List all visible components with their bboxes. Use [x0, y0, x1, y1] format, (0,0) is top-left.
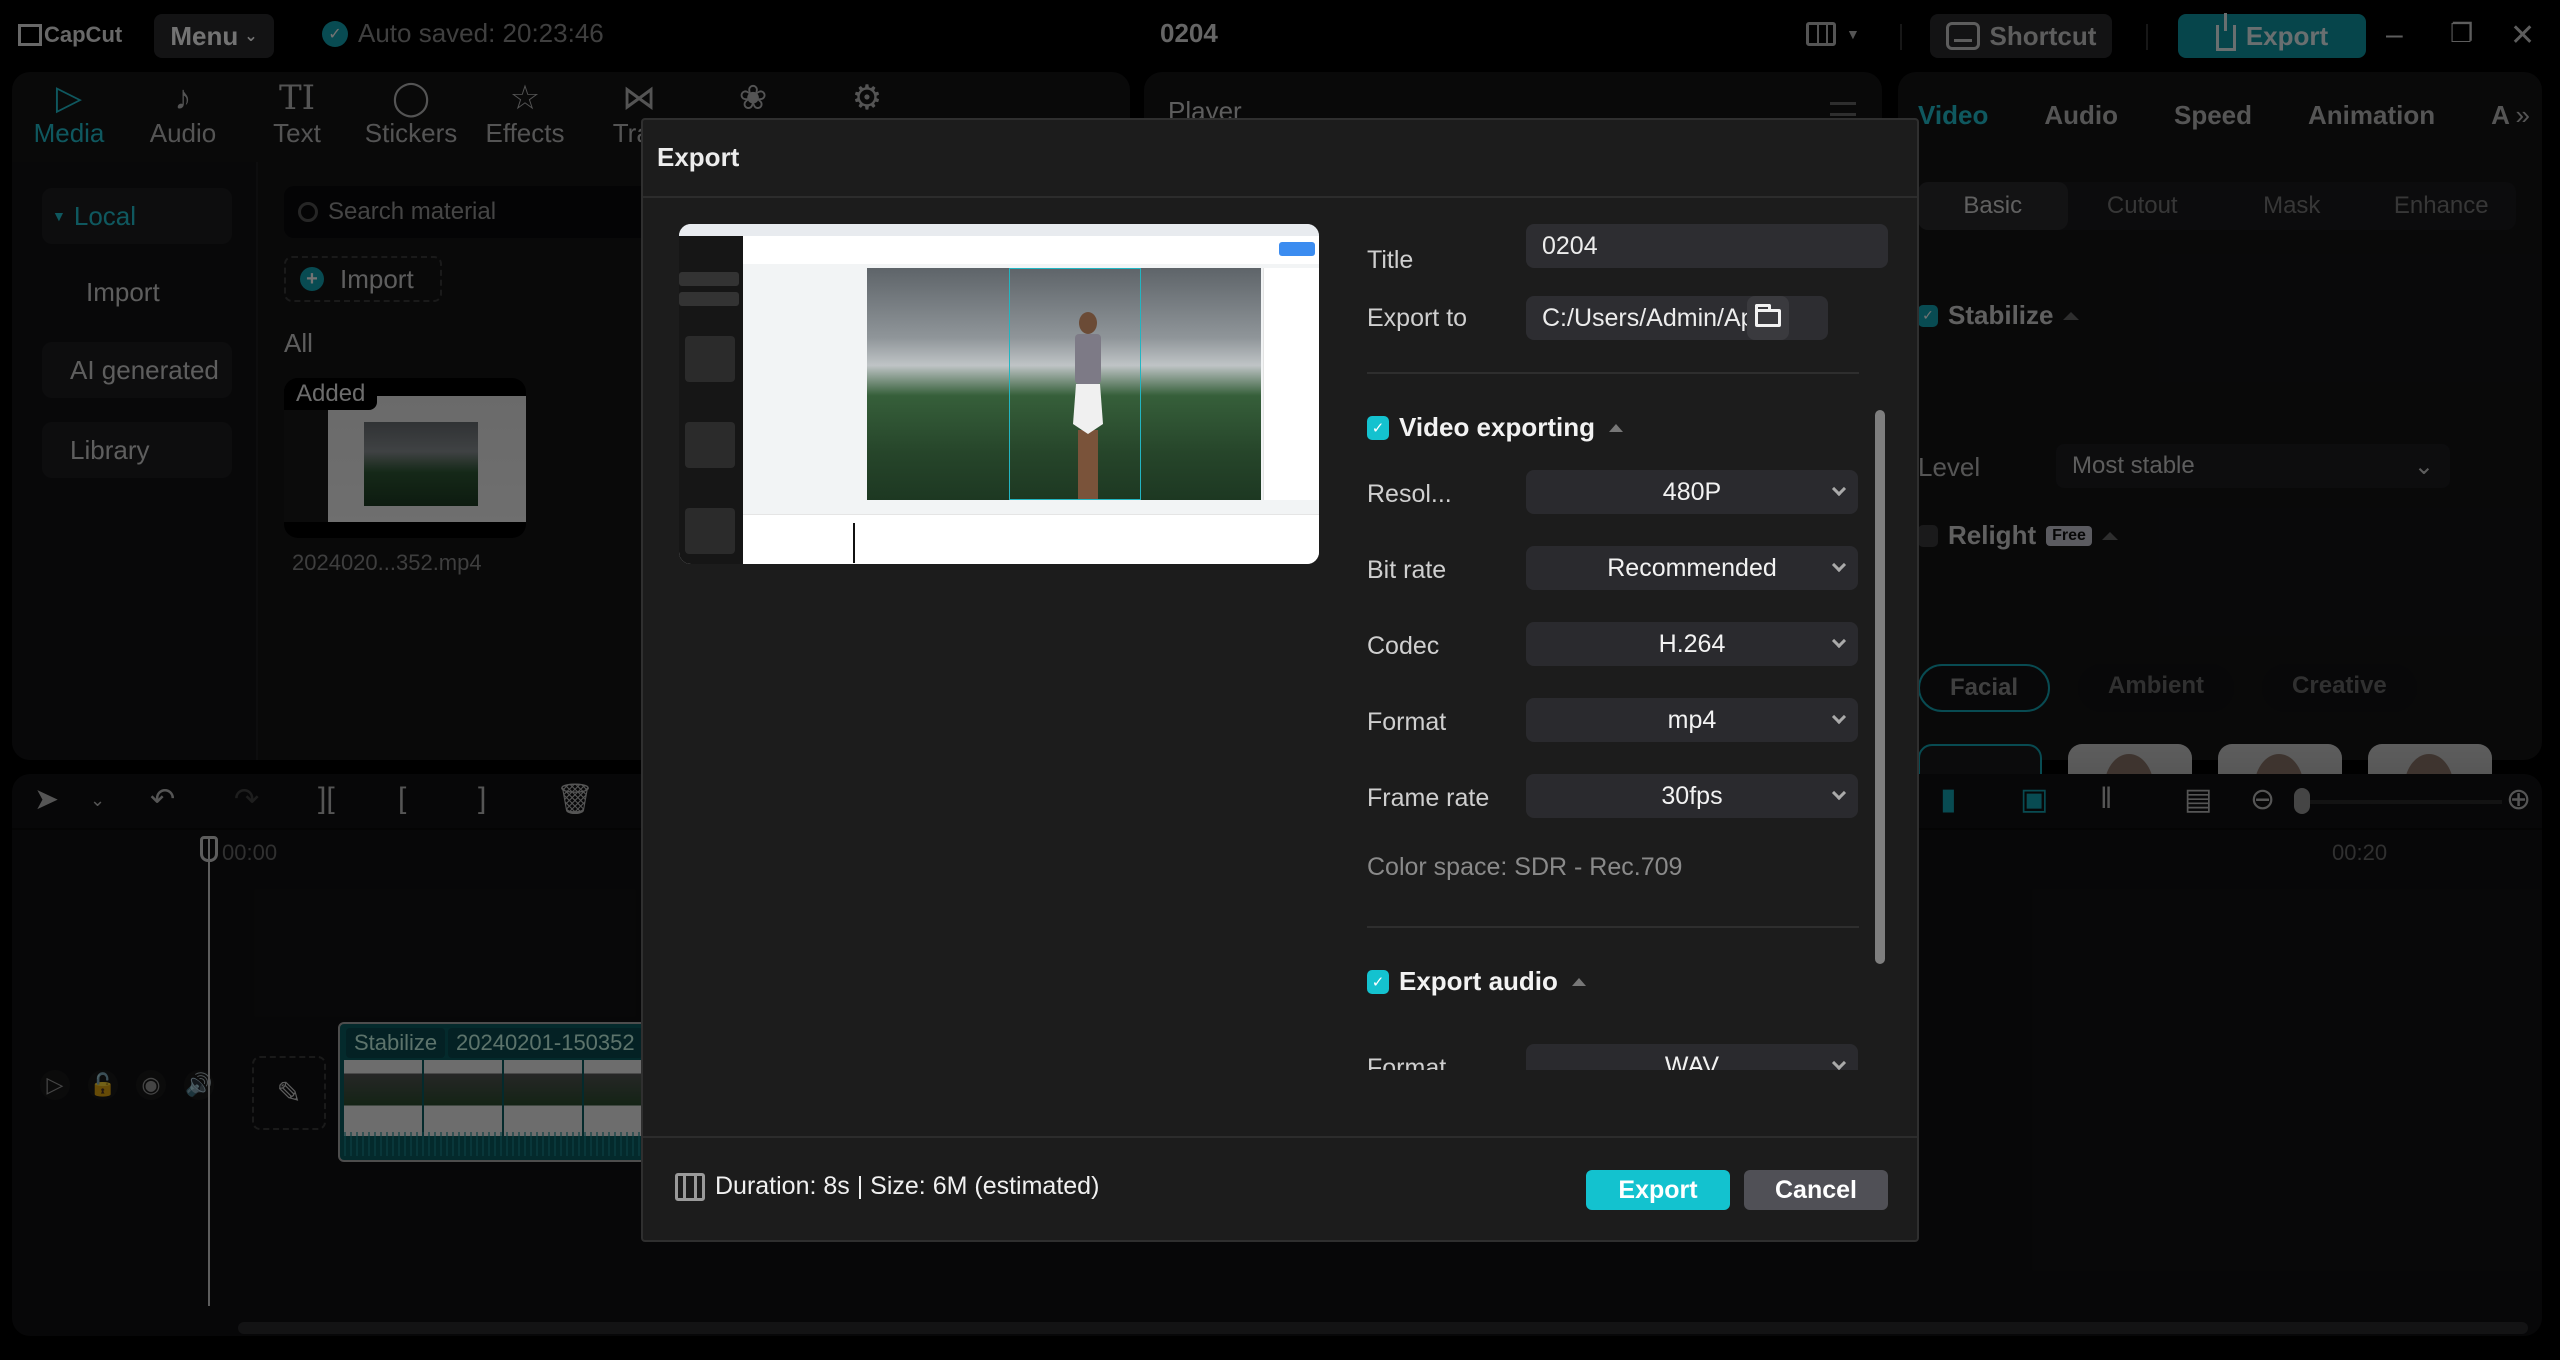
chevron-down-icon	[1831, 633, 1847, 649]
preview-card	[685, 508, 735, 554]
chevron-down-icon	[1831, 557, 1847, 573]
preview-card	[685, 336, 735, 382]
preview-right-panel	[1263, 268, 1319, 500]
resolution-value: 480P	[1662, 477, 1722, 506]
bitrate-label: Bit rate	[1367, 556, 1447, 584]
codec-value: H.264	[1658, 629, 1726, 658]
chevron-down-icon	[1831, 481, 1847, 497]
divider	[1367, 372, 1859, 374]
chevron-down-icon	[1831, 1055, 1847, 1071]
chevron-down-icon	[1831, 709, 1847, 725]
export-audio-label: Export audio	[1399, 966, 1558, 996]
format-select[interactable]: mp4	[1526, 698, 1858, 742]
video-exporting-checkbox[interactable]: ✓	[1367, 415, 1389, 440]
preview-playhead	[853, 523, 855, 563]
chevron-down-icon	[1831, 785, 1847, 801]
preview-selection-box	[1009, 268, 1141, 500]
export-button[interactable]: Export	[1586, 1170, 1730, 1210]
framerate-select[interactable]: 30fps	[1526, 774, 1858, 818]
scroll-clip-mask	[1343, 1070, 1903, 1134]
codec-label: Codec	[1367, 632, 1440, 660]
bitrate-select[interactable]: Recommended	[1526, 546, 1858, 590]
export-summary-text: Duration: 8s | Size: 6M (estimated)	[715, 1172, 1100, 1200]
folder-icon	[1755, 304, 1781, 327]
title-value: 0204	[1542, 231, 1598, 260]
preview-export-button	[1279, 242, 1315, 256]
divider	[1367, 926, 1859, 928]
framerate-value: 30fps	[1661, 781, 1723, 810]
framerate-label: Frame rate	[1367, 784, 1490, 812]
title-label: Title	[1367, 246, 1414, 274]
export-button-label: Export	[1618, 1175, 1698, 1204]
cancel-button-label: Cancel	[1775, 1175, 1857, 1204]
browse-folder-button[interactable]	[1747, 296, 1789, 340]
preview-browser-bar	[679, 224, 1319, 236]
resolution-select[interactable]: 480P	[1526, 470, 1858, 514]
preview-chip	[679, 272, 739, 286]
collapse-icon[interactable]	[1609, 423, 1623, 432]
export-preview	[679, 224, 1319, 564]
cancel-button[interactable]: Cancel	[1744, 1170, 1888, 1210]
preview-card	[685, 422, 735, 468]
preview-timeline	[743, 514, 1319, 564]
settings-scrollbar[interactable]	[1875, 410, 1885, 964]
export-dialog: Export Title 0204 Export to C:/Users/Adm…	[641, 118, 1919, 1242]
preview-left-panel	[679, 236, 743, 564]
divider	[643, 1136, 1917, 1138]
format-label: Format	[1367, 708, 1447, 736]
title-input[interactable]: 0204	[1526, 224, 1888, 268]
bitrate-value: Recommended	[1607, 553, 1777, 582]
video-exporting-label: Video exporting	[1399, 412, 1595, 442]
export-to-label: Export to	[1367, 304, 1468, 332]
dialog-title: Export	[657, 142, 740, 172]
export-audio-section: ✓ Export audio	[1367, 966, 1586, 997]
color-space-info: Color space: SDR - Rec.709	[1367, 853, 1683, 881]
export-summary: Duration: 8s | Size: 6M (estimated)	[675, 1172, 1099, 1201]
resolution-label: Resol...	[1367, 480, 1452, 508]
video-exporting-section: ✓ Video exporting	[1367, 412, 1623, 443]
preview-header	[679, 236, 1319, 264]
divider	[643, 196, 1917, 198]
export-audio-checkbox[interactable]: ✓	[1367, 969, 1389, 994]
format-value: mp4	[1667, 705, 1717, 734]
film-icon	[675, 1172, 705, 1201]
collapse-icon[interactable]	[1571, 977, 1586, 986]
codec-select[interactable]: H.264	[1526, 622, 1858, 666]
preview-chip	[679, 292, 739, 306]
